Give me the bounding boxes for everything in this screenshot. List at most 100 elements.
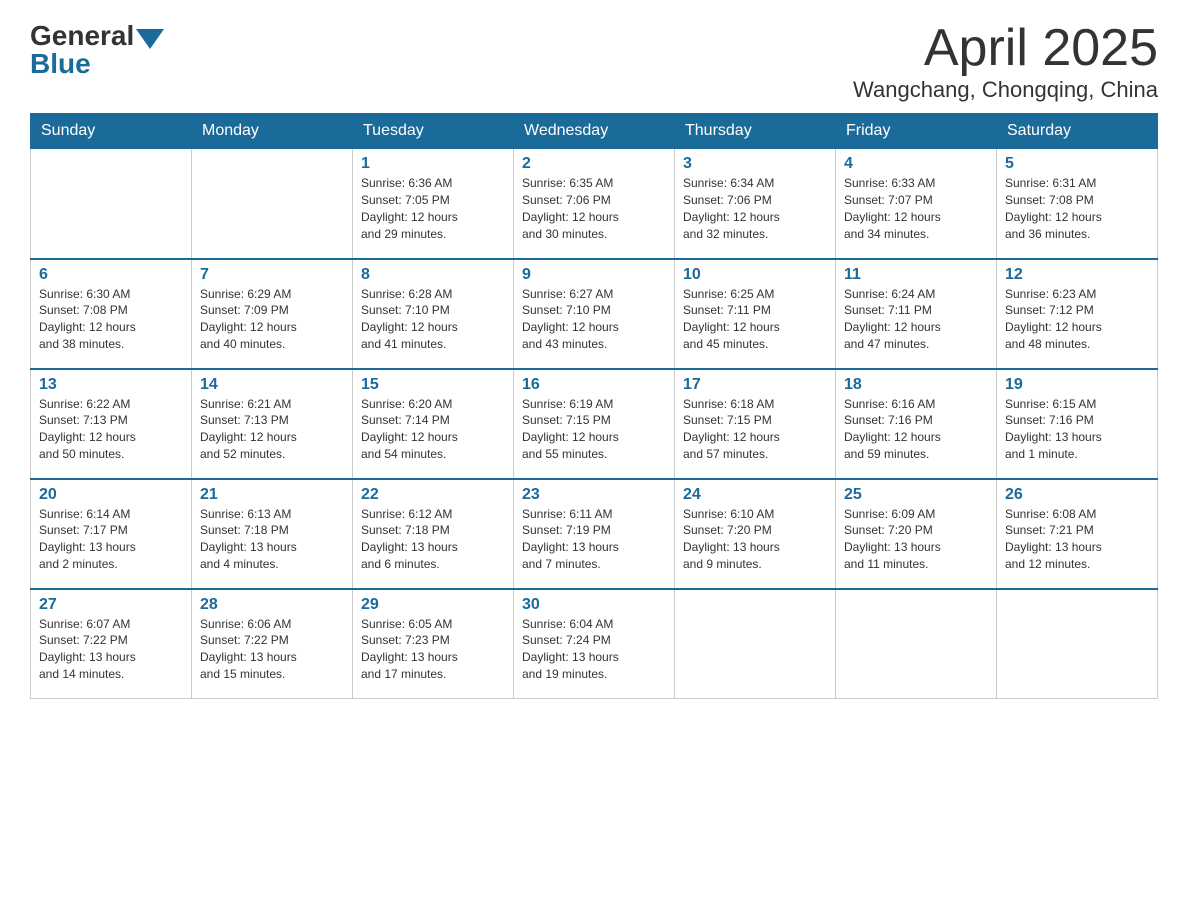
calendar-day-cell: 22 Sunrise: 6:12 AM Sunset: 7:18 PM Dayli… bbox=[353, 479, 514, 589]
calendar-day-cell: 6 Sunrise: 6:30 AM Sunset: 7:08 PM Daylig… bbox=[31, 259, 192, 369]
day-info: Sunrise: 6:15 AM Sunset: 7:16 PM Dayligh… bbox=[1005, 396, 1149, 463]
day-number: 6 bbox=[39, 266, 183, 284]
day-info: Sunrise: 6:13 AM Sunset: 7:18 PM Dayligh… bbox=[200, 506, 344, 573]
day-number: 25 bbox=[844, 486, 988, 504]
logo-triangle-icon bbox=[136, 29, 164, 49]
day-number: 2 bbox=[522, 155, 666, 173]
calendar-day-cell: 16 Sunrise: 6:19 AM Sunset: 7:15 PM Dayli… bbox=[514, 369, 675, 479]
day-number: 22 bbox=[361, 486, 505, 504]
calendar-day-cell: 25 Sunrise: 6:09 AM Sunset: 7:20 PM Dayli… bbox=[836, 479, 997, 589]
calendar-day-cell: 12 Sunrise: 6:23 AM Sunset: 7:12 PM Dayli… bbox=[997, 259, 1158, 369]
calendar-day-cell: 8 Sunrise: 6:28 AM Sunset: 7:10 PM Daylig… bbox=[353, 259, 514, 369]
day-info: Sunrise: 6:22 AM Sunset: 7:13 PM Dayligh… bbox=[39, 396, 183, 463]
calendar-day-cell bbox=[675, 589, 836, 699]
page-header: General Blue April 2025 Wangchang, Chong… bbox=[30, 20, 1158, 103]
day-info: Sunrise: 6:23 AM Sunset: 7:12 PM Dayligh… bbox=[1005, 286, 1149, 353]
day-info: Sunrise: 6:04 AM Sunset: 7:24 PM Dayligh… bbox=[522, 616, 666, 683]
day-number: 21 bbox=[200, 486, 344, 504]
calendar-table: SundayMondayTuesdayWednesdayThursdayFrid… bbox=[30, 113, 1158, 699]
day-info: Sunrise: 6:12 AM Sunset: 7:18 PM Dayligh… bbox=[361, 506, 505, 573]
day-info: Sunrise: 6:31 AM Sunset: 7:08 PM Dayligh… bbox=[1005, 175, 1149, 242]
day-number: 28 bbox=[200, 596, 344, 614]
calendar-header-friday: Friday bbox=[836, 114, 997, 149]
day-info: Sunrise: 6:34 AM Sunset: 7:06 PM Dayligh… bbox=[683, 175, 827, 242]
calendar-header-monday: Monday bbox=[192, 114, 353, 149]
calendar-header-thursday: Thursday bbox=[675, 114, 836, 149]
calendar-day-cell: 3 Sunrise: 6:34 AM Sunset: 7:06 PM Daylig… bbox=[675, 149, 836, 259]
day-number: 9 bbox=[522, 266, 666, 284]
day-info: Sunrise: 6:25 AM Sunset: 7:11 PM Dayligh… bbox=[683, 286, 827, 353]
calendar-day-cell: 17Sunrise: 6:18 AM Sunset: 7:15 PM Dayli… bbox=[675, 369, 836, 479]
logo-blue-text: Blue bbox=[30, 48, 91, 80]
day-number: 15 bbox=[361, 376, 505, 394]
calendar-day-cell: 4 Sunrise: 6:33 AM Sunset: 7:07 PM Daylig… bbox=[836, 149, 997, 259]
day-info: Sunrise: 6:21 AM Sunset: 7:13 PM Dayligh… bbox=[200, 396, 344, 463]
day-number: 13 bbox=[39, 376, 183, 394]
calendar-day-cell: 30Sunrise: 6:04 AM Sunset: 7:24 PM Dayli… bbox=[514, 589, 675, 699]
calendar-day-cell: 11 Sunrise: 6:24 AM Sunset: 7:11 PM Dayli… bbox=[836, 259, 997, 369]
calendar-day-cell: 15Sunrise: 6:20 AM Sunset: 7:14 PM Dayli… bbox=[353, 369, 514, 479]
calendar-day-cell bbox=[836, 589, 997, 699]
calendar-day-cell: 13 Sunrise: 6:22 AM Sunset: 7:13 PM Dayli… bbox=[31, 369, 192, 479]
calendar-day-cell: 18 Sunrise: 6:16 AM Sunset: 7:16 PM Dayli… bbox=[836, 369, 997, 479]
day-info: Sunrise: 6:16 AM Sunset: 7:16 PM Dayligh… bbox=[844, 396, 988, 463]
day-info: Sunrise: 6:27 AM Sunset: 7:10 PM Dayligh… bbox=[522, 286, 666, 353]
day-info: Sunrise: 6:10 AM Sunset: 7:20 PM Dayligh… bbox=[683, 506, 827, 573]
calendar-day-cell: 24Sunrise: 6:10 AM Sunset: 7:20 PM Dayli… bbox=[675, 479, 836, 589]
calendar-week-row: 27Sunrise: 6:07 AM Sunset: 7:22 PM Dayli… bbox=[31, 589, 1158, 699]
day-number: 3 bbox=[683, 155, 827, 173]
day-number: 26 bbox=[1005, 486, 1149, 504]
calendar-day-cell: 21 Sunrise: 6:13 AM Sunset: 7:18 PM Dayli… bbox=[192, 479, 353, 589]
calendar-week-row: 13 Sunrise: 6:22 AM Sunset: 7:13 PM Dayli… bbox=[31, 369, 1158, 479]
day-info: Sunrise: 6:18 AM Sunset: 7:15 PM Dayligh… bbox=[683, 396, 827, 463]
day-number: 10 bbox=[683, 266, 827, 284]
day-info: Sunrise: 6:24 AM Sunset: 7:11 PM Dayligh… bbox=[844, 286, 988, 353]
day-info: Sunrise: 6:05 AM Sunset: 7:23 PM Dayligh… bbox=[361, 616, 505, 683]
day-info: Sunrise: 6:29 AM Sunset: 7:09 PM Dayligh… bbox=[200, 286, 344, 353]
calendar-day-cell: 7Sunrise: 6:29 AM Sunset: 7:09 PM Daylig… bbox=[192, 259, 353, 369]
calendar-day-cell: 29Sunrise: 6:05 AM Sunset: 7:23 PM Dayli… bbox=[353, 589, 514, 699]
day-info: Sunrise: 6:07 AM Sunset: 7:22 PM Dayligh… bbox=[39, 616, 183, 683]
calendar-day-cell bbox=[192, 149, 353, 259]
calendar-header-wednesday: Wednesday bbox=[514, 114, 675, 149]
day-number: 18 bbox=[844, 376, 988, 394]
day-info: Sunrise: 6:06 AM Sunset: 7:22 PM Dayligh… bbox=[200, 616, 344, 683]
calendar-day-cell: 27Sunrise: 6:07 AM Sunset: 7:22 PM Dayli… bbox=[31, 589, 192, 699]
logo: General Blue bbox=[30, 20, 164, 80]
calendar-week-row: 1Sunrise: 6:36 AM Sunset: 7:05 PM Daylig… bbox=[31, 149, 1158, 259]
day-number: 12 bbox=[1005, 266, 1149, 284]
calendar-day-cell: 10 Sunrise: 6:25 AM Sunset: 7:11 PM Dayli… bbox=[675, 259, 836, 369]
day-info: Sunrise: 6:14 AM Sunset: 7:17 PM Dayligh… bbox=[39, 506, 183, 573]
calendar-day-cell bbox=[31, 149, 192, 259]
day-info: Sunrise: 6:09 AM Sunset: 7:20 PM Dayligh… bbox=[844, 506, 988, 573]
day-number: 8 bbox=[361, 266, 505, 284]
calendar-day-cell: 19Sunrise: 6:15 AM Sunset: 7:16 PM Dayli… bbox=[997, 369, 1158, 479]
calendar-day-cell: 9 Sunrise: 6:27 AM Sunset: 7:10 PM Daylig… bbox=[514, 259, 675, 369]
calendar-day-cell: 2 Sunrise: 6:35 AM Sunset: 7:06 PM Daylig… bbox=[514, 149, 675, 259]
day-info: Sunrise: 6:35 AM Sunset: 7:06 PM Dayligh… bbox=[522, 175, 666, 242]
calendar-day-cell: 1Sunrise: 6:36 AM Sunset: 7:05 PM Daylig… bbox=[353, 149, 514, 259]
calendar-day-cell: 20 Sunrise: 6:14 AM Sunset: 7:17 PM Dayli… bbox=[31, 479, 192, 589]
calendar-day-cell: 23Sunrise: 6:11 AM Sunset: 7:19 PM Dayli… bbox=[514, 479, 675, 589]
day-info: Sunrise: 6:30 AM Sunset: 7:08 PM Dayligh… bbox=[39, 286, 183, 353]
month-title: April 2025 bbox=[853, 20, 1158, 77]
day-info: Sunrise: 6:08 AM Sunset: 7:21 PM Dayligh… bbox=[1005, 506, 1149, 573]
day-number: 5 bbox=[1005, 155, 1149, 173]
day-number: 20 bbox=[39, 486, 183, 504]
day-number: 14 bbox=[200, 376, 344, 394]
title-section: April 2025 Wangchang, Chongqing, China bbox=[853, 20, 1158, 103]
day-info: Sunrise: 6:33 AM Sunset: 7:07 PM Dayligh… bbox=[844, 175, 988, 242]
calendar-week-row: 20 Sunrise: 6:14 AM Sunset: 7:17 PM Dayli… bbox=[31, 479, 1158, 589]
day-info: Sunrise: 6:28 AM Sunset: 7:10 PM Dayligh… bbox=[361, 286, 505, 353]
calendar-day-cell: 5 Sunrise: 6:31 AM Sunset: 7:08 PM Daylig… bbox=[997, 149, 1158, 259]
location-text: Wangchang, Chongqing, China bbox=[853, 77, 1158, 103]
day-info: Sunrise: 6:36 AM Sunset: 7:05 PM Dayligh… bbox=[361, 175, 505, 242]
calendar-day-cell bbox=[997, 589, 1158, 699]
calendar-header-saturday: Saturday bbox=[997, 114, 1158, 149]
calendar-header-tuesday: Tuesday bbox=[353, 114, 514, 149]
day-number: 16 bbox=[522, 376, 666, 394]
day-number: 11 bbox=[844, 266, 988, 284]
day-info: Sunrise: 6:11 AM Sunset: 7:19 PM Dayligh… bbox=[522, 506, 666, 573]
day-number: 4 bbox=[844, 155, 988, 173]
day-info: Sunrise: 6:19 AM Sunset: 7:15 PM Dayligh… bbox=[522, 396, 666, 463]
